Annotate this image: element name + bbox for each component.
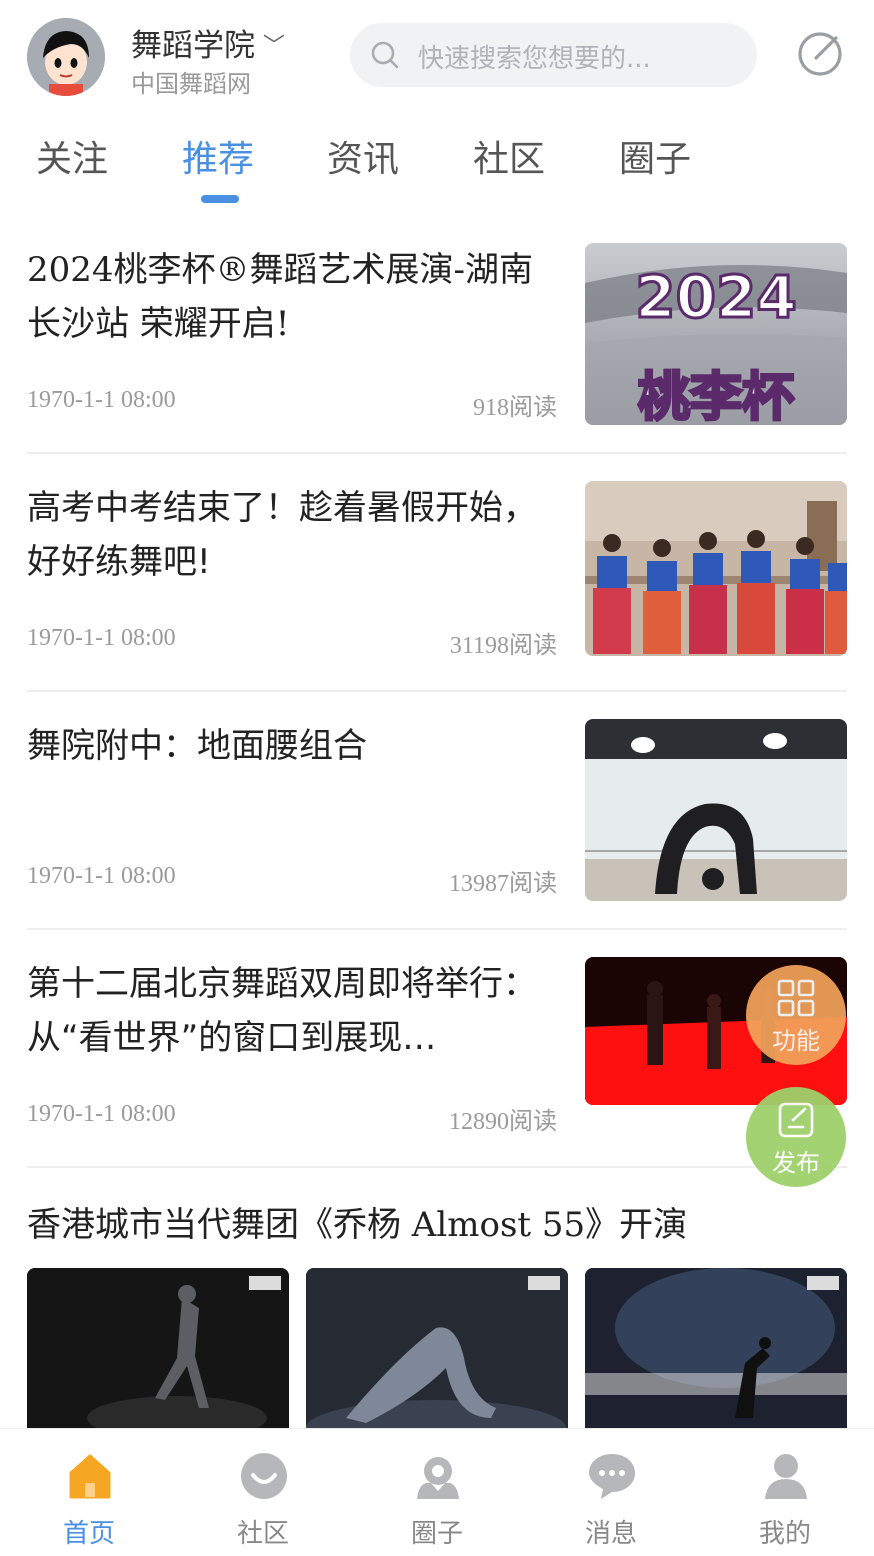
thumb-text-brand: 桃李杯 [638, 368, 794, 425]
function-label: 功能 [772, 1027, 820, 1055]
site-subtitle: 中国舞蹈网 [131, 70, 251, 98]
article-item[interactable]: 2024桃李杯®舞蹈艺术展演-湖南长沙站 荣耀开启! 1970-1-1 08:0… [27, 243, 847, 425]
article-read-count: 12890阅读 [449, 1109, 557, 1135]
article-title: 第十二届北京舞蹈双周即将举行：从“看世界”的窗口到展现… [27, 964, 537, 1058]
article-read-count: 13987阅读 [449, 871, 557, 897]
nav-label: 我的 [758, 1519, 811, 1549]
nav-label: 消息 [584, 1519, 637, 1549]
site-name: 舞蹈学院 [131, 28, 255, 64]
article-date: 1970-1-1 08:00 [27, 1101, 176, 1127]
nav-home[interactable]: 首页 [29, 1429, 149, 1556]
tab-recommend[interactable]: 推荐 [182, 130, 254, 182]
profile-icon [765, 1454, 807, 1499]
article-title: 舞院附中：地面腰组合 [27, 726, 367, 766]
nav-community[interactable]: 社区 [203, 1429, 323, 1556]
divider [27, 690, 847, 692]
article-thumbnail: 2024 桃李杯 [585, 243, 847, 425]
category-tabs: 关注 推荐 资讯 社区 圈子 [0, 130, 874, 210]
nav-label: 首页 [62, 1519, 115, 1549]
circle-icon [417, 1457, 459, 1499]
nav-profile[interactable]: 我的 [725, 1429, 845, 1556]
divider [27, 1166, 847, 1168]
tab-follow[interactable]: 关注 [36, 130, 108, 182]
divider [27, 452, 847, 454]
article-thumbnail [585, 719, 847, 901]
search-bar[interactable]: 快速搜索您想要的... [350, 23, 757, 87]
search-placeholder: 快速搜索您想要的... [418, 44, 651, 74]
gallery-image[interactable] [306, 1268, 568, 1438]
thumb-text-year: 2024 [635, 263, 796, 331]
article-date: 1970-1-1 08:00 [27, 387, 176, 413]
divider [27, 928, 847, 930]
bottom-navigation: 首页 社区 圈子 消息 我的 [0, 1428, 874, 1556]
nav-label: 圈子 [410, 1519, 463, 1549]
article-title: 2024桃李杯®舞蹈艺术展演-湖南长沙站 荣耀开启! [27, 250, 534, 344]
home-icon [69, 1454, 111, 1499]
search-icon [371, 41, 399, 69]
top-header: 舞蹈学院 ﹀ 中国舞蹈网 快速搜索您想要的... [0, 0, 874, 110]
message-icon [589, 1454, 635, 1499]
tab-community[interactable]: 社区 [473, 130, 545, 182]
avatar[interactable] [27, 18, 105, 96]
article-read-count: 918阅读 [473, 395, 557, 421]
chevron-down-icon: ﹀ [263, 34, 286, 59]
gallery-title[interactable]: 香港城市当代舞团《乔杨 Almost 55》开演 [27, 1197, 687, 1246]
tab-circles[interactable]: 圈子 [619, 130, 691, 182]
article-thumbnail [585, 481, 847, 656]
active-tab-indicator [201, 195, 239, 203]
community-icon [241, 1453, 287, 1499]
article-item[interactable]: 舞院附中：地面腰组合 1970-1-1 08:00 13987阅读 [27, 719, 847, 901]
nav-messages[interactable]: 消息 [551, 1429, 671, 1556]
function-button[interactable]: 功能 [746, 965, 846, 1065]
gallery-image[interactable] [585, 1268, 847, 1438]
nav-label: 社区 [236, 1519, 289, 1549]
nav-circles[interactable]: 圈子 [377, 1429, 497, 1556]
post-label: 发布 [772, 1149, 820, 1177]
post-button[interactable]: 发布 [746, 1087, 846, 1187]
article-item[interactable]: 第十二届北京舞蹈双周即将举行：从“看世界”的窗口到展现… 1970-1-1 08… [27, 957, 847, 1139]
grid-icon [777, 979, 815, 1017]
site-switcher[interactable]: 舞蹈学院 ﹀ [131, 20, 285, 65]
edit-icon[interactable] [796, 30, 844, 78]
article-date: 1970-1-1 08:00 [27, 863, 176, 889]
tab-news[interactable]: 资讯 [327, 130, 399, 182]
article-title: 高考中考结束了！趁着暑假开始，好好练舞吧! [27, 488, 537, 582]
gallery-image[interactable] [27, 1268, 289, 1438]
article-read-count: 31198阅读 [449, 633, 557, 659]
article-date: 1970-1-1 08:00 [27, 625, 176, 651]
article-item[interactable]: 高考中考结束了！趁着暑假开始，好好练舞吧! 1970-1-1 08:00 311… [27, 481, 847, 659]
compose-icon [778, 1102, 814, 1138]
